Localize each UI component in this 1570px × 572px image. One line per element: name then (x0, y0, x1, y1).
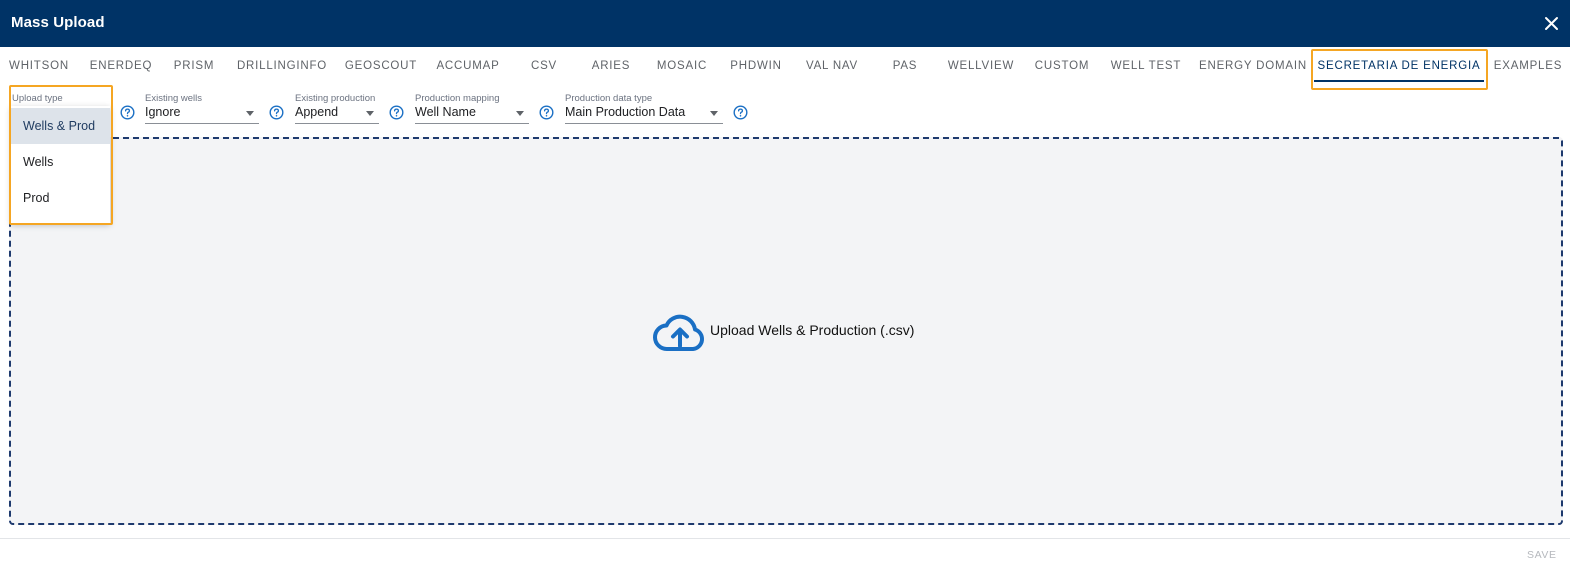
tab-aries[interactable]: ARIES (588, 47, 634, 85)
help-icon[interactable] (733, 105, 748, 120)
help-icon[interactable] (539, 105, 554, 120)
tab-custom[interactable]: CUSTOM (1032, 47, 1092, 85)
menu-item-wells-prod[interactable]: Wells & Prod (11, 108, 110, 144)
existing-wells-select[interactable]: Existing wells Ignore (145, 91, 259, 125)
save-button[interactable]: SAVE (1527, 549, 1557, 561)
existing-wells-value: Ignore (145, 105, 181, 119)
upload-instruction-text: Upload Wells & Production (.csv) (710, 322, 915, 338)
upload-type-menu: Wells & Prod Wells Prod (11, 106, 110, 223)
production-data-type-label: Production data type (565, 93, 653, 104)
tab-mosaic[interactable]: MOSAIC (653, 47, 711, 85)
menu-item-prod[interactable]: Prod (11, 180, 110, 216)
field-underline (295, 123, 379, 124)
existing-production-select[interactable]: Existing production Append (295, 91, 379, 125)
tab-val-nav[interactable]: VAL NAV (802, 47, 862, 85)
title-bar: Mass Upload (0, 0, 1570, 47)
production-data-type-value: Main Production Data (565, 105, 686, 119)
production-data-type-select[interactable]: Production data type Main Production Dat… (565, 91, 723, 125)
production-mapping-value: Well Name (415, 105, 476, 119)
tab-csv[interactable]: CSV (526, 47, 562, 85)
tab-well-test[interactable]: WELL TEST (1108, 47, 1184, 85)
dropdown-caret-icon (366, 111, 374, 116)
cloud-upload-icon[interactable] (651, 310, 708, 353)
tab-drillinginfo[interactable]: DRILLINGINFO (236, 47, 328, 85)
tab-geoscout[interactable]: GEOSCOUT (344, 47, 418, 85)
tab-pas[interactable]: PAS (886, 47, 924, 85)
field-underline (415, 123, 529, 124)
production-mapping-label: Production mapping (415, 93, 500, 104)
menu-item-wells[interactable]: Wells (11, 144, 110, 180)
tab-examples[interactable]: EXAMPLES (1492, 47, 1564, 85)
dropdown-caret-icon (516, 111, 524, 116)
footer-divider (0, 538, 1570, 539)
tab-wellview[interactable]: WELLVIEW (946, 47, 1016, 85)
active-tab-indicator (1314, 80, 1484, 82)
dropdown-caret-icon (246, 111, 254, 116)
existing-production-label: Existing production (295, 93, 376, 104)
tab-phdwin[interactable]: PHDWIN (727, 47, 785, 85)
tab-accumap[interactable]: ACCUMAP (434, 47, 502, 85)
dropdown-caret-icon (710, 111, 718, 116)
upload-type-label: Upload type (12, 93, 63, 104)
field-underline (565, 123, 723, 124)
tab-prism[interactable]: PRISM (170, 47, 218, 85)
tab-enerdeq[interactable]: ENERDEQ (88, 47, 154, 85)
tab-whitson[interactable]: WHITSON (6, 47, 72, 85)
help-icon[interactable] (120, 105, 135, 120)
close-icon[interactable] (1542, 14, 1561, 33)
tab-energy-domain[interactable]: ENERGY DOMAIN (1199, 47, 1306, 85)
existing-wells-label: Existing wells (145, 93, 203, 104)
help-icon[interactable] (389, 105, 404, 120)
help-icon[interactable] (269, 105, 284, 120)
dialog-title: Mass Upload (11, 14, 105, 31)
production-mapping-select[interactable]: Production mapping Well Name (415, 91, 529, 125)
existing-production-value: Append (295, 105, 339, 119)
field-underline (145, 123, 259, 124)
